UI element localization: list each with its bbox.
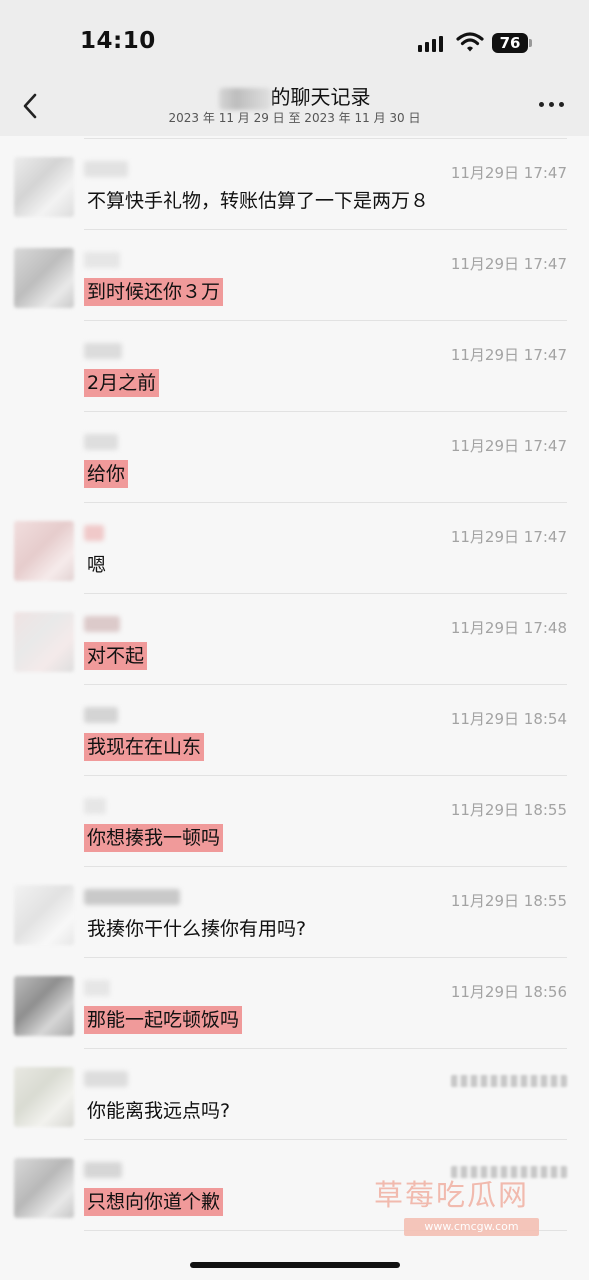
message-text: 不算快手礼物，转账估算了一下是两万８ xyxy=(87,190,430,212)
avatar[interactable] xyxy=(14,612,74,672)
message-row[interactable]: 11月29日 17:47 2月之前 xyxy=(0,321,589,412)
home-indicator xyxy=(190,1262,400,1268)
avatar[interactable] xyxy=(14,157,74,217)
message-timestamp: 11月29日 17:47 xyxy=(450,255,567,273)
redacted-sender-name xyxy=(84,525,104,541)
battery-icon: 76 xyxy=(492,33,534,53)
date-range: 2023 年 11 月 29 日 至 2023 年 11 月 30 日 xyxy=(168,111,421,125)
message-row[interactable]: 11月29日 18:55 你想揍我一顿吗 xyxy=(0,776,589,867)
wifi-icon xyxy=(456,32,484,52)
message-text: 你能离我远点吗? xyxy=(87,1100,231,1122)
message-timestamp: 11月29日 18:56 xyxy=(450,983,567,1001)
highlighted-message-text: 对不起 xyxy=(84,642,148,670)
message-timestamp: 11月29日 17:48 xyxy=(450,619,567,637)
message-row[interactable]: 你能离我远点吗? xyxy=(0,1049,589,1140)
watermark: 草莓吃瓜网 www.cmcgw.com xyxy=(374,1172,574,1236)
avatar[interactable] xyxy=(14,521,74,581)
redacted-sender-name xyxy=(84,798,106,814)
page-title: 的聊天记录 xyxy=(100,84,489,110)
redacted-timestamp xyxy=(451,1075,567,1087)
message-row[interactable]: 11月29日 18:56 那能一起吃顿饭吗 xyxy=(0,958,589,1049)
more-dots-icon[interactable] xyxy=(539,102,565,108)
avatar[interactable] xyxy=(14,885,74,945)
watermark-text: 草莓吃瓜网 xyxy=(374,1178,530,1212)
title-suffix: 的聊天记录 xyxy=(270,85,371,109)
avatar[interactable] xyxy=(14,1067,74,1127)
redacted-sender-name xyxy=(84,889,180,905)
status-time: 14:10 xyxy=(80,28,156,54)
highlighted-message-text: 你想揍我一顿吗 xyxy=(84,824,224,852)
highlighted-message-text: 给你 xyxy=(84,460,129,488)
redacted-sender-name xyxy=(84,616,120,632)
message-row[interactable]: 11月29日 18:55 我揍你干什么揍你有用吗? xyxy=(0,867,589,958)
message-row[interactable]: 11月29日 17:48 对不起 xyxy=(0,594,589,685)
message-timestamp: 11月29日 18:55 xyxy=(450,801,567,819)
highlighted-message-text: 2月之前 xyxy=(84,369,160,397)
message-row[interactable]: 11月29日 17:47 不算快手礼物，转账估算了一下是两万８ xyxy=(0,139,589,230)
battery-level: 76 xyxy=(492,33,528,53)
message-list[interactable]: 11月29日 17:47 不算快手礼物，转账估算了一下是两万８ 11月29日 17:… xyxy=(0,136,589,1280)
highlighted-message-text: 我现在在山东 xyxy=(84,733,205,761)
redacted-name xyxy=(218,87,271,110)
message-text: 我揍你干什么揍你有用吗? xyxy=(87,918,307,940)
message-text: 嗯 xyxy=(87,554,107,576)
message-row[interactable]: 11月29日 17:47 到时候还你３万 xyxy=(0,230,589,321)
redacted-sender-name xyxy=(84,434,118,450)
message-timestamp: 11月29日 18:55 xyxy=(450,892,567,910)
chat-history-header: 的聊天记录 2023 年 11 月 29 日 至 2023 年 11 月 30 … xyxy=(0,80,589,136)
avatar[interactable] xyxy=(14,976,74,1036)
message-timestamp: 11月29日 18:54 xyxy=(450,710,567,728)
watermark-url: www.cmcgw.com xyxy=(404,1218,539,1236)
message-timestamp: 11月29日 17:47 xyxy=(450,437,567,455)
message-timestamp: 11月29日 17:47 xyxy=(450,164,567,182)
back-chevron-icon[interactable] xyxy=(16,90,48,122)
status-bar: 14:10 76 xyxy=(0,0,589,80)
avatar[interactable] xyxy=(14,248,74,308)
redacted-sender-name xyxy=(84,1071,128,1087)
highlighted-message-text: 那能一起吃顿饭吗 xyxy=(84,1006,243,1034)
avatar[interactable] xyxy=(14,1158,74,1218)
header-title-block: 的聊天记录 2023 年 11 月 29 日 至 2023 年 11 月 30 … xyxy=(100,84,489,126)
message-row[interactable]: 11月29日 18:54 我现在在山东 xyxy=(0,685,589,776)
highlighted-message-text: 到时候还你３万 xyxy=(84,278,224,306)
message-row[interactable]: 11月29日 17:47 给你 xyxy=(0,412,589,503)
redacted-sender-name xyxy=(84,343,122,359)
message-timestamp: 11月29日 17:47 xyxy=(450,346,567,364)
redacted-sender-name xyxy=(84,252,120,268)
redacted-sender-name xyxy=(84,707,118,723)
redacted-sender-name xyxy=(84,980,110,996)
message-timestamp: 11月29日 17:47 xyxy=(450,528,567,546)
highlighted-message-text: 只想向你道个歉 xyxy=(84,1188,224,1216)
signal-icon xyxy=(418,36,448,52)
redacted-sender-name xyxy=(84,161,128,177)
message-row[interactable]: 11月29日 17:47 嗯 xyxy=(0,503,589,594)
redacted-sender-name xyxy=(84,1162,122,1178)
